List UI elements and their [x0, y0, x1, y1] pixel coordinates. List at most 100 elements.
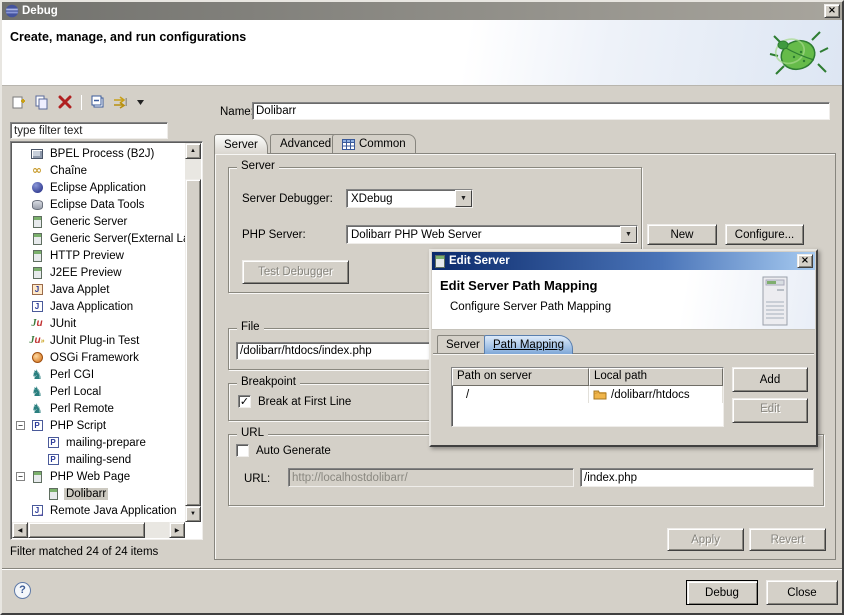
chevron-down-icon[interactable]: ▼: [455, 190, 472, 207]
tree-item[interactable]: Ju»JUnit Plug-in Test: [12, 332, 185, 349]
path-mapping-table[interactable]: Path on server Local path //dolibarr/htd…: [451, 367, 724, 427]
tree-item[interactable]: ∞Chaîne: [12, 162, 185, 179]
window-titlebar[interactable]: Debug ×: [2, 2, 842, 20]
banner-heading: Create, manage, and run configurations: [2, 20, 842, 44]
tree-item[interactable]: −PPHP Script: [12, 417, 185, 434]
edit-server-tab-server[interactable]: Server: [437, 335, 489, 354]
column-header-local-path[interactable]: Local path: [589, 368, 723, 386]
expander-minus-icon[interactable]: −: [16, 472, 25, 481]
tree-item[interactable]: Dolibarr: [12, 485, 185, 502]
chevron-down-icon[interactable]: ▼: [620, 226, 637, 243]
tree-item-label: Perl Local: [48, 386, 103, 398]
tree-item-label: Perl Remote: [48, 403, 116, 415]
vertical-scroll-thumb[interactable]: [185, 179, 201, 506]
tree-horizontal-scrollbar[interactable]: ◀ ▶: [12, 522, 185, 538]
tree-item[interactable]: BPEL Process (B2J): [12, 145, 185, 162]
edit-server-tab-path-mapping-label: Path Mapping: [493, 339, 564, 351]
filter-configurations-icon[interactable]: [112, 94, 130, 111]
tree-item[interactable]: J→Remote Java Application: [12, 502, 185, 519]
server-icon: [30, 470, 44, 483]
eclipse-logo-icon: [4, 4, 19, 19]
tree-item[interactable]: Eclipse Data Tools: [12, 196, 185, 213]
file-group-legend: File: [237, 321, 264, 333]
edit-server-subheading: Configure Server Path Mapping: [450, 301, 611, 313]
tree-item-label: Chaîne: [48, 165, 89, 177]
tree-item[interactable]: OSGi Framework: [12, 349, 185, 366]
server-debugger-combobox[interactable]: XDebug ▼: [346, 189, 473, 208]
tree-item[interactable]: HTTP Preview: [12, 247, 185, 264]
tree-item-label: Eclipse Application: [48, 182, 148, 194]
test-debugger-button[interactable]: Test Debugger: [242, 260, 349, 284]
scroll-right-icon[interactable]: ▶: [169, 522, 185, 538]
column-header-path-on-server[interactable]: Path on server: [452, 368, 589, 386]
tree-item-label: J2EE Preview: [48, 267, 124, 279]
toolbar-separator: [81, 95, 82, 110]
tree-item[interactable]: ♞Perl CGI: [12, 366, 185, 383]
edit-server-title: Edit Server: [449, 255, 510, 267]
new-server-button[interactable]: New: [647, 224, 717, 245]
break-first-line-label: Break at First Line: [258, 396, 351, 408]
help-icon[interactable]: ?: [14, 582, 31, 599]
name-label: Name:: [220, 106, 254, 118]
breakpoint-group-legend: Breakpoint: [237, 376, 300, 388]
tree-item[interactable]: Eclipse Application: [12, 179, 185, 196]
duplicate-configuration-icon[interactable]: [33, 94, 51, 111]
configure-server-button[interactable]: Configure...: [725, 224, 804, 245]
server-icon: [30, 232, 44, 245]
php-server-combobox[interactable]: Dolibarr PHP Web Server ▼: [346, 225, 638, 244]
debug-configurations-window: Debug × Create, manage, and run configur…: [0, 0, 844, 615]
expander-minus-icon[interactable]: −: [16, 421, 25, 430]
tab-common[interactable]: Common: [332, 134, 416, 153]
debug-button[interactable]: Debug: [686, 580, 758, 605]
tree-item-label: Java Applet: [48, 284, 111, 296]
url-path-input[interactable]: [580, 468, 814, 487]
table-row[interactable]: //dolibarr/htdocs: [452, 386, 723, 403]
tab-server[interactable]: Server: [214, 134, 268, 154]
server-icon: [46, 487, 60, 500]
edit-server-titlebar[interactable]: Edit Server ×: [432, 252, 815, 270]
cell-local-path[interactable]: /dolibarr/htdocs: [589, 386, 723, 403]
tree-item[interactable]: JuJUnit: [12, 315, 185, 332]
toolbar-menu-chevron-icon[interactable]: [135, 94, 145, 111]
scroll-up-icon[interactable]: ▲: [185, 143, 201, 159]
tree-item[interactable]: ♞Perl Remote: [12, 400, 185, 417]
window-close-button[interactable]: ×: [824, 4, 840, 18]
tree-vertical-scrollbar[interactable]: ▲ ▼: [185, 143, 201, 522]
collapse-all-icon[interactable]: [89, 94, 107, 111]
edit-server-dialog: Edit Server × Edit Server Path Mapping C…: [429, 249, 818, 447]
edit-server-close-button[interactable]: ×: [797, 254, 813, 268]
filter-input[interactable]: [10, 122, 168, 139]
delete-configuration-icon[interactable]: [56, 94, 74, 111]
tree-item[interactable]: JJava Applet: [12, 281, 185, 298]
close-button[interactable]: Close: [766, 580, 838, 605]
tree-item[interactable]: Pmailing-send: [12, 451, 185, 468]
folder-icon: [593, 389, 607, 400]
name-input[interactable]: [252, 102, 830, 120]
scroll-down-icon[interactable]: ▼: [185, 506, 201, 522]
configurations-toolbar: [10, 92, 145, 112]
tree-item[interactable]: Generic Server: [12, 213, 185, 230]
php-icon: P: [46, 436, 60, 449]
tree-item[interactable]: ♞Perl Local: [12, 383, 185, 400]
tree-item[interactable]: JJava Application: [12, 298, 185, 315]
cell-path-on-server[interactable]: /: [452, 386, 589, 403]
edit-server-tab-path-mapping[interactable]: Path Mapping: [484, 335, 573, 354]
tab-advanced[interactable]: Advanced: [270, 134, 341, 153]
tree-item[interactable]: Pmailing-prepare: [12, 434, 185, 451]
break-first-line-checkbox[interactable]: ✓: [238, 395, 251, 408]
tree-item[interactable]: J2EE Preview: [12, 264, 185, 281]
revert-button[interactable]: Revert: [749, 528, 826, 551]
new-configuration-icon[interactable]: [10, 94, 28, 111]
banner: Create, manage, and run configurations: [2, 20, 842, 86]
edit-mapping-button[interactable]: Edit: [732, 398, 808, 423]
java-icon: J: [30, 300, 44, 313]
scroll-left-icon[interactable]: ◀: [12, 522, 28, 538]
tree-item[interactable]: −PHP Web Page: [12, 468, 185, 485]
auto-generate-checkbox[interactable]: [236, 444, 249, 457]
server-tower-icon: [757, 275, 793, 327]
horizontal-scroll-thumb[interactable]: [28, 522, 145, 538]
tree-item[interactable]: Generic Server(External La: [12, 230, 185, 247]
junit-icon: Ju: [30, 317, 44, 330]
apply-button[interactable]: Apply: [667, 528, 744, 551]
add-mapping-button[interactable]: Add: [732, 367, 808, 392]
